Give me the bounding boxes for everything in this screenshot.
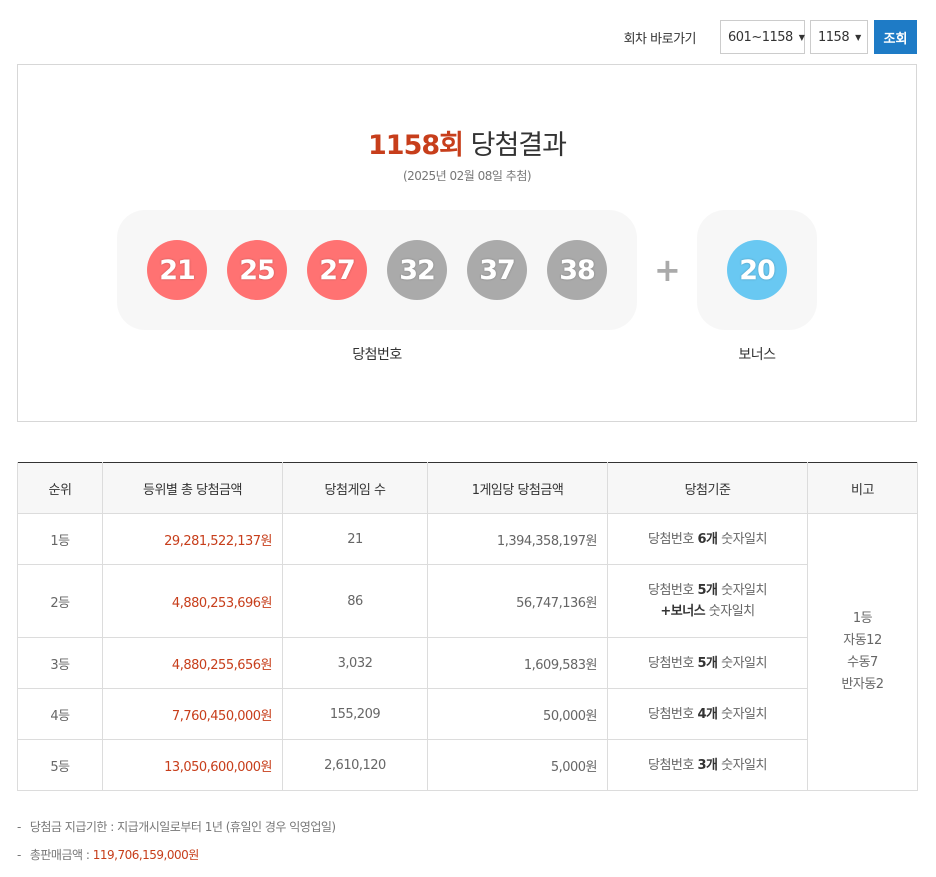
- prize-per-game-cell: 1,609,583원: [427, 637, 608, 689]
- bullet-dash: -: [17, 820, 21, 834]
- winning-number-ball: 32: [387, 240, 447, 300]
- round-number-select[interactable]: 1158 ▼: [810, 20, 868, 54]
- prize-per-game-cell: 1,394,358,197원: [427, 513, 608, 565]
- winning-numbers-caption: 당첨번호: [352, 347, 402, 363]
- table-row: 1등 29,281,522,137원 21 1,394,358,197원 당첨번…: [17, 513, 918, 791]
- total-prize-cell: 7,760,450,000원: [102, 688, 283, 740]
- prize-table: 순위 등위별 총 당첨금액 당첨게임 수 1게임당 당첨금액 당첨기준 비고 1…: [17, 462, 918, 791]
- search-button[interactable]: 조회: [874, 20, 917, 54]
- winning-games-cell: 86: [282, 564, 428, 638]
- remarks-line: 자동12: [843, 633, 882, 648]
- bullet-dash: -: [17, 848, 21, 862]
- total-prize-cell: 4,880,253,696원: [102, 564, 283, 638]
- round-number: 1158회: [368, 130, 464, 161]
- criteria-text: 숫자일치: [717, 706, 767, 722]
- payment-deadline-note: - 당첨금 지급기한 : 지급개시일로부터 1년 (휴일인 경우 익영업일): [17, 817, 336, 845]
- table-row: 4등 7,760,450,000원 155,209 50,000원 당첨번호 4…: [17, 688, 918, 740]
- remarks-line: 반자동2: [841, 677, 884, 692]
- criteria-count: 5개: [697, 655, 718, 671]
- header-criteria: 당첨기준: [607, 462, 808, 514]
- winning-result-panel: 1158회 당첨결과 (2025년 02월 08일 추첨) 21 25 27 3…: [17, 64, 917, 422]
- criteria-text: 숫자일치: [717, 757, 767, 773]
- rank-cell: 3등: [17, 637, 103, 689]
- footer-notes: - 당첨금 지급기한 : 지급개시일로부터 1년 (휴일인 경우 익영업일) -총…: [17, 817, 336, 873]
- criteria-text: 당첨번호: [648, 757, 698, 773]
- criteria-text: 당첨번호: [648, 531, 698, 547]
- rank-cell: 5등: [17, 739, 103, 791]
- criteria-cell: 당첨번호 5개 숫자일치: [607, 637, 808, 689]
- round-range-value: 601~1158: [728, 29, 793, 45]
- header-rank: 순위: [17, 462, 103, 514]
- criteria-text: 당첨번호: [648, 655, 698, 671]
- bonus-caption: 보너스: [738, 347, 776, 363]
- rank-cell: 4등: [17, 688, 103, 740]
- rank-cell: 2등: [17, 564, 103, 638]
- winning-games-cell: 21: [282, 513, 428, 565]
- result-title: 1158회 당첨결과: [18, 123, 916, 162]
- criteria-text: 숫자일치: [705, 604, 755, 619]
- draw-date: (2025년 02월 08일 추첨): [402, 169, 532, 183]
- bonus-number-ball: 20: [727, 240, 787, 300]
- criteria-bonus: +보너스: [660, 604, 706, 619]
- criteria-count: 5개: [697, 583, 718, 598]
- payment-deadline-text: 당첨금 지급기한 : 지급개시일로부터 1년 (휴일인 경우 익영업일): [29, 820, 336, 834]
- table-row: 5등 13,050,600,000원 2,610,120 5,000원 당첨번호…: [17, 739, 918, 791]
- winning-games-cell: 2,610,120: [282, 739, 428, 791]
- criteria-text: 당첨번호: [648, 706, 698, 722]
- remarks-cell: 1등 자동12 수동7 반자동2: [807, 513, 918, 791]
- table-header-row: 순위 등위별 총 당첨금액 당첨게임 수 1게임당 당첨금액 당첨기준 비고: [17, 462, 918, 514]
- criteria-text: 숫자일치: [717, 531, 767, 547]
- caret-down-icon: ▼: [855, 32, 861, 42]
- criteria-count: 3개: [697, 757, 718, 773]
- total-prize-cell: 4,880,255,656원: [102, 637, 283, 689]
- prize-per-game-cell: 56,747,136원: [427, 564, 608, 638]
- winning-number-ball: 25: [227, 240, 287, 300]
- round-range-select[interactable]: 601~1158 ▼: [720, 20, 805, 54]
- criteria-text: 숫자일치: [717, 583, 767, 598]
- header-total-prize: 등위별 총 당첨금액: [102, 462, 283, 514]
- round-number-value: 1158: [818, 29, 850, 45]
- total-sales-amount: 119,706,159,000원: [92, 848, 200, 862]
- criteria-text: 당첨번호: [648, 583, 698, 598]
- prize-per-game-cell: 50,000원: [427, 688, 608, 740]
- winning-games-cell: 155,209: [282, 688, 428, 740]
- criteria-count: 4개: [697, 706, 718, 722]
- header-remarks: 비고: [807, 462, 918, 514]
- total-prize-cell: 13,050,600,000원: [102, 739, 283, 791]
- total-sales-note: - 총판매금액 : 119,706,159,000원: [17, 845, 336, 873]
- bonus-number-panel: 20: [697, 210, 817, 330]
- round-shortcut-label: 회차 바로가기: [623, 31, 697, 47]
- winning-games-cell: 3,032: [282, 637, 428, 689]
- plus-icon: +: [654, 251, 681, 289]
- total-prize-cell: 29,281,522,137원: [102, 513, 283, 565]
- winning-number-ball: 27: [307, 240, 367, 300]
- winning-number-ball: 21: [147, 240, 207, 300]
- total-sales-label: 총판매금액 :: [29, 848, 93, 862]
- criteria-count: 6개: [697, 531, 718, 547]
- table-row: 2등 4,880,253,696원 86 56,747,136원 당첨번호 5개…: [17, 564, 918, 638]
- winning-number-ball: 38: [547, 240, 607, 300]
- criteria-cell: 당첨번호 3개 숫자일치: [607, 739, 808, 791]
- caret-down-icon: ▼: [798, 32, 805, 42]
- header-prize-per-game: 1게임당 당첨금액: [427, 462, 608, 514]
- table-row: 3등 4,880,255,656원 3,032 1,609,583원 당첨번호 …: [17, 637, 918, 689]
- winning-numbers-panel: 21 25 27 32 37 38: [117, 210, 637, 330]
- winning-number-ball: 37: [467, 240, 527, 300]
- remarks-line: 1등: [852, 611, 873, 626]
- criteria-cell: 당첨번호 4개 숫자일치: [607, 688, 808, 740]
- criteria-cell: 당첨번호 6개 숫자일치: [607, 513, 808, 565]
- rank-cell: 1등: [17, 513, 103, 565]
- prize-per-game-cell: 5,000원: [427, 739, 608, 791]
- criteria-text: 숫자일치: [717, 655, 767, 671]
- remarks-line: 수동7: [847, 655, 878, 670]
- round-navigation: 회차 바로가기 601~1158 ▼ 1158 ▼ 조회: [624, 20, 917, 54]
- result-title-suffix: 당첨결과: [470, 130, 567, 161]
- header-winning-games: 당첨게임 수: [282, 462, 428, 514]
- criteria-cell: 당첨번호 5개 숫자일치 +보너스 숫자일치: [607, 564, 808, 638]
